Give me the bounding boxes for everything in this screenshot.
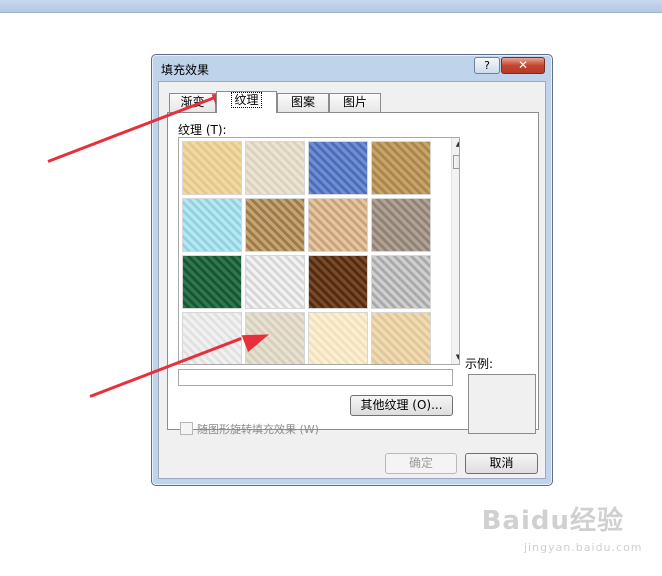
texture-swatch-white-marble[interactable] (245, 255, 305, 309)
texture-swatch-woven-mat[interactable] (371, 141, 431, 195)
tab-texture[interactable]: 纹理 (216, 91, 277, 113)
scroll-down-icon[interactable]: ▼ (452, 351, 459, 364)
close-button[interactable]: ✕ (501, 57, 545, 74)
sample-label: 示例: (465, 357, 494, 371)
dialog-client-area: 渐变 纹理 图案 图片 纹理 (T): ▲ ▼ 其他纹理 (O)... (158, 81, 546, 479)
texture-swatch-fish-fossil[interactable] (308, 198, 368, 252)
texture-swatch-denim[interactable] (308, 141, 368, 195)
scroll-up-icon[interactable]: ▲ (452, 138, 459, 151)
texture-swatch-green-marble[interactable] (182, 255, 242, 309)
tab-label: 图案 (290, 95, 315, 109)
texture-swatch-stationery[interactable] (371, 312, 431, 364)
texture-panel: 纹理 (T): ▲ ▼ 其他纹理 (O)... 随图形旋转填充效果 (W) 示例… (167, 112, 539, 436)
texture-swatch-parchment[interactable] (308, 312, 368, 364)
ok-button[interactable]: 确定 (385, 453, 457, 474)
tab-pattern[interactable]: 图案 (277, 93, 329, 112)
sample-preview (468, 374, 536, 434)
tab-gradient[interactable]: 渐变 (169, 93, 216, 112)
vertical-scrollbar[interactable]: ▲ ▼ (451, 138, 459, 364)
texture-swatch-papyrus[interactable] (182, 141, 242, 195)
baidu-watermark-logo: Baidu经验 (481, 506, 624, 536)
texture-gallery[interactable]: ▲ ▼ (178, 137, 460, 365)
tab-label: 纹理 (231, 92, 262, 108)
scroll-thumb[interactable] (453, 155, 459, 169)
rotate-checkbox-label: 随图形旋转填充效果 (W) (197, 423, 319, 436)
fill-effects-dialog: 填充效果 ? ✕ 渐变 纹理 图案 图片 纹理 (T): ▲ ▼ (151, 54, 553, 486)
baidu-watermark-url: jingyan.baidu.com (524, 541, 643, 554)
help-button[interactable]: ? (474, 57, 500, 74)
rotate-with-shape-option[interactable]: 随图形旋转填充效果 (W) (180, 421, 319, 437)
texture-swatch-paper-bag[interactable] (245, 198, 305, 252)
other-textures-button[interactable]: 其他纹理 (O)... (350, 395, 453, 416)
texture-swatch-brown-marble[interactable] (308, 255, 368, 309)
tab-label: 图片 (342, 95, 367, 109)
texture-label: 纹理 (T): (178, 123, 227, 137)
tab-picture[interactable]: 图片 (329, 93, 381, 112)
texture-name-field[interactable] (178, 369, 453, 386)
rotate-checkbox[interactable] (180, 422, 193, 435)
top-window-edge (0, 0, 662, 13)
dialog-title: 填充效果 (161, 63, 210, 77)
texture-swatch-sand[interactable] (371, 198, 431, 252)
texture-swatch-canvas[interactable] (245, 141, 305, 195)
texture-swatch-water-droplets[interactable] (182, 198, 242, 252)
cancel-button[interactable]: 取消 (465, 453, 538, 474)
texture-swatch-granite[interactable] (371, 255, 431, 309)
